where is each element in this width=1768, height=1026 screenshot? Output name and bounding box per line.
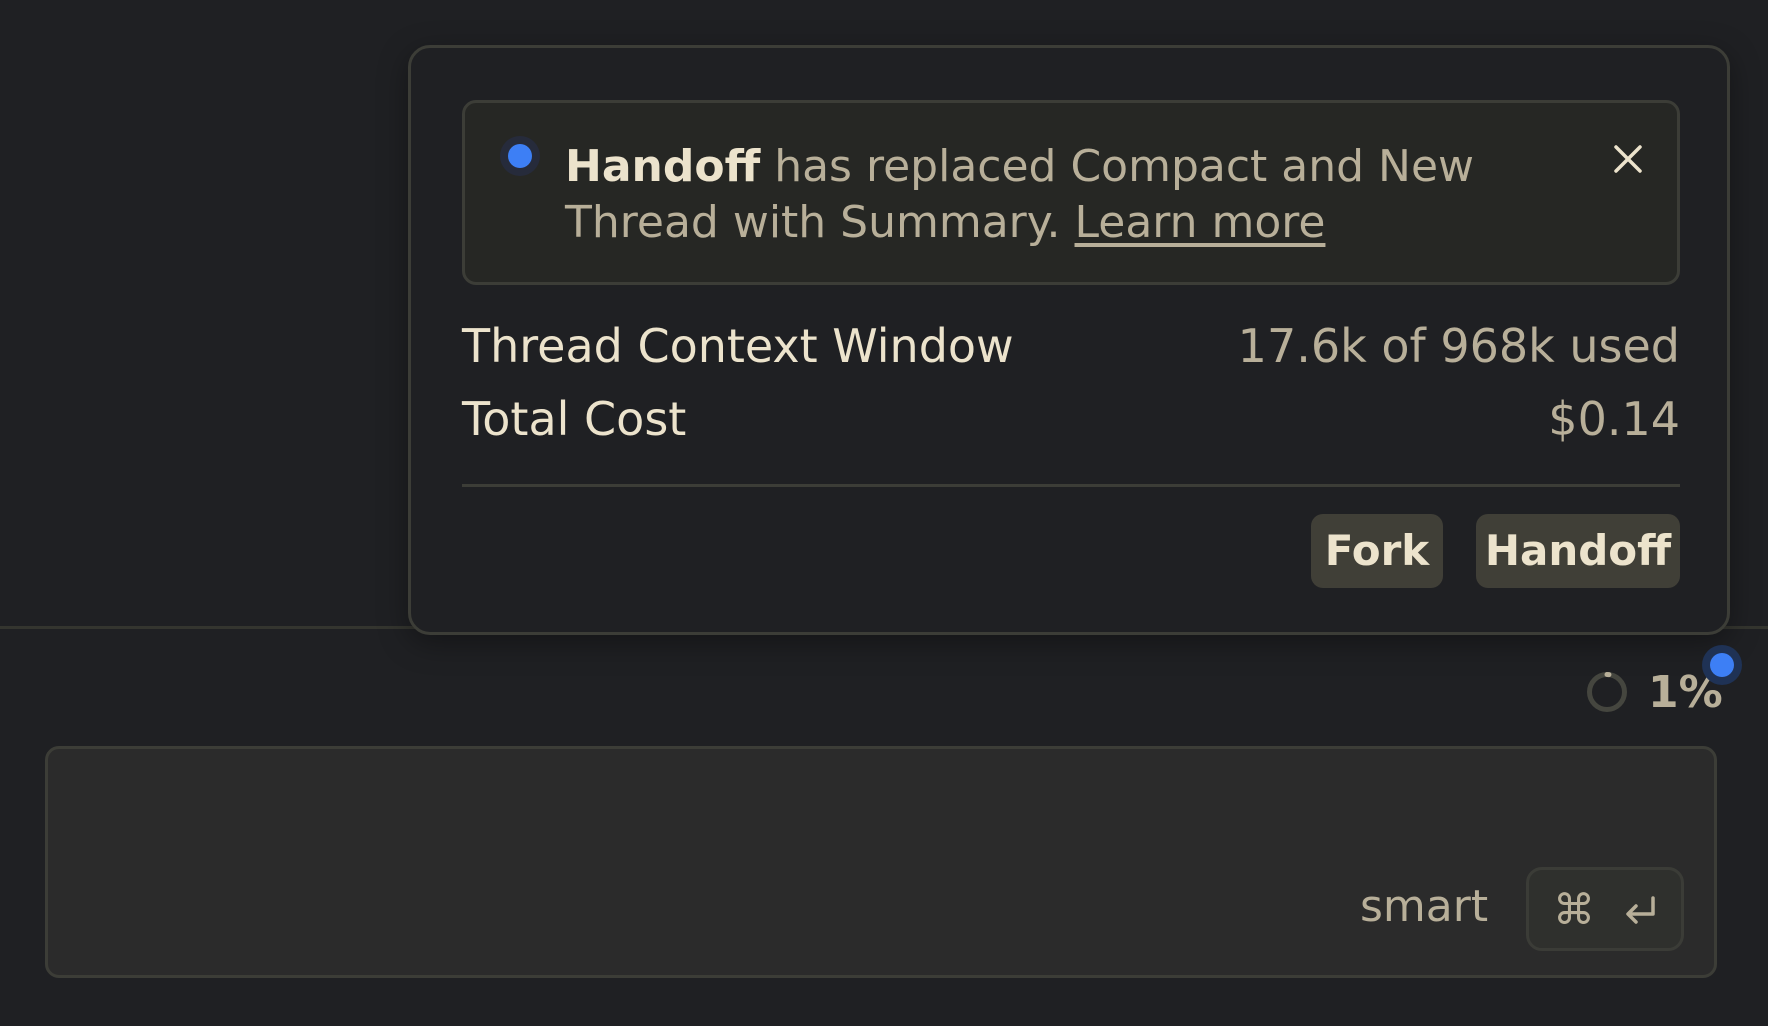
close-icon[interactable] (1608, 139, 1648, 179)
return-key-icon (1626, 896, 1655, 924)
message-composer[interactable]: smart ⌘ (45, 746, 1717, 978)
learn-more-link[interactable]: Learn more (1075, 197, 1326, 248)
context-window-value: 17.6k of 968k used (1237, 319, 1680, 373)
progress-ring-icon[interactable] (1586, 671, 1628, 713)
context-window-row: Thread Context Window 17.6k of 968k used (462, 316, 1680, 376)
unread-dot-icon (500, 136, 540, 176)
mode-selector[interactable]: smart (1360, 879, 1488, 935)
notice-message: Handoff has replaced Compact and New Thr… (565, 139, 1525, 251)
total-cost-label: Total Cost (462, 392, 687, 446)
command-key-icon: ⌘ (1553, 885, 1595, 934)
total-cost-row: Total Cost $0.14 (462, 389, 1680, 449)
popover-separator (462, 484, 1680, 487)
handoff-button[interactable]: Handoff (1476, 514, 1680, 588)
notification-dot-icon (1702, 645, 1742, 685)
context-window-label: Thread Context Window (462, 319, 1014, 373)
notice-highlight: Handoff (565, 141, 761, 192)
thread-usage-popover: Handoff has replaced Compact and New Thr… (408, 45, 1730, 635)
send-button[interactable]: ⌘ (1526, 867, 1684, 951)
fork-button[interactable]: Fork (1311, 514, 1443, 588)
total-cost-value: $0.14 (1548, 392, 1680, 446)
handoff-notice: Handoff has replaced Compact and New Thr… (462, 100, 1680, 285)
